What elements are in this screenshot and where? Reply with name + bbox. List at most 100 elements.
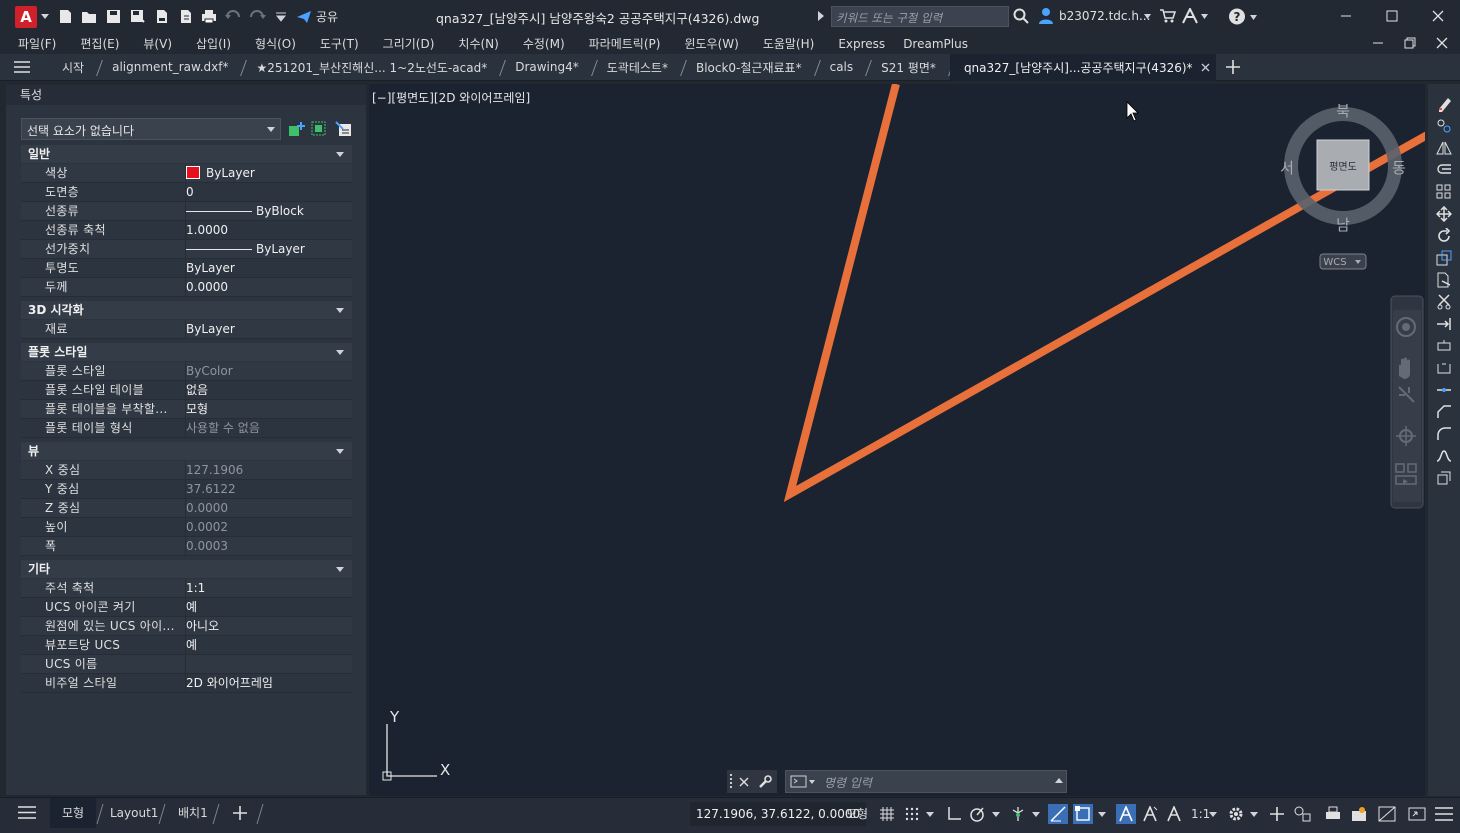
menu-window[interactable]: 윈도우(W) bbox=[684, 35, 738, 52]
print-icon[interactable] bbox=[200, 8, 218, 26]
tab-busan-jinhae[interactable]: ★251201_부산진해신... 1~2노선도-acad* bbox=[242, 54, 501, 81]
snap-caret-icon[interactable] bbox=[924, 804, 936, 824]
property-row[interactable]: 색상 ByLayer bbox=[21, 164, 352, 183]
tab-drawing4[interactable]: Drawing4* bbox=[501, 54, 593, 81]
autodesk-app-icon[interactable] bbox=[1182, 8, 1208, 24]
blend-curves-icon[interactable] bbox=[1434, 446, 1454, 465]
section-plot-style[interactable]: 플롯 스타일 bbox=[21, 343, 352, 361]
toggle-pickadd-icon[interactable] bbox=[288, 121, 306, 137]
cmd-history-caret-icon[interactable] bbox=[1055, 778, 1063, 783]
property-row[interactable]: 원점에 있는 UCS 아이... 아니오 bbox=[21, 617, 352, 636]
customize-qat-icon[interactable] bbox=[272, 8, 290, 26]
new-file-icon[interactable] bbox=[56, 8, 74, 26]
select-objects-icon[interactable] bbox=[311, 121, 327, 137]
doc-close-icon[interactable] bbox=[1436, 37, 1448, 49]
menu-format[interactable]: 형식(O) bbox=[255, 35, 296, 52]
close-window-icon[interactable] bbox=[1428, 6, 1448, 26]
chamfer-icon[interactable] bbox=[1434, 402, 1454, 421]
property-row[interactable]: UCS 아이콘 켜기 예 bbox=[21, 598, 352, 617]
fillet-icon[interactable] bbox=[1434, 424, 1454, 443]
viewcube-face-label[interactable]: 평면도 bbox=[1329, 161, 1357, 173]
property-row[interactable]: 플롯 스타일 ByColor bbox=[21, 362, 352, 381]
menu-edit[interactable]: 편집(E) bbox=[80, 35, 119, 52]
menu-view[interactable]: 뷰(V) bbox=[143, 35, 172, 52]
annotation-visibility-icon[interactable] bbox=[1116, 804, 1136, 824]
tab-alignment-raw[interactable]: alignment_raw.dxf* bbox=[98, 54, 242, 81]
menu-dimension[interactable]: 치수(N) bbox=[458, 35, 498, 52]
object-snap-tracking-icon[interactable] bbox=[1048, 804, 1068, 824]
property-row[interactable]: 선종류 ByBlock bbox=[21, 202, 352, 221]
property-row[interactable]: X 중심 127.1906 bbox=[21, 461, 352, 480]
open-folder-icon[interactable] bbox=[80, 8, 98, 26]
scale-icon[interactable] bbox=[1434, 248, 1454, 267]
stretch-icon[interactable] bbox=[1434, 270, 1454, 289]
polar-tracking-icon[interactable] bbox=[968, 804, 988, 824]
search-icon[interactable] bbox=[1013, 8, 1029, 24]
scale-caret-icon[interactable] bbox=[1207, 804, 1219, 824]
wcs-menu[interactable]: WCS bbox=[1323, 257, 1346, 268]
tab-cals[interactable]: cals bbox=[816, 54, 868, 81]
layout-menu-icon[interactable] bbox=[18, 806, 36, 819]
command-input[interactable]: 명령 입력 bbox=[785, 770, 1067, 793]
menu-express[interactable]: Express bbox=[838, 37, 885, 51]
annotation-monitor-icon[interactable] bbox=[1267, 804, 1287, 824]
property-row[interactable]: 두께 0.0000 bbox=[21, 278, 352, 297]
isodraft-icon[interactable] bbox=[1008, 804, 1028, 824]
trim-icon[interactable] bbox=[1434, 292, 1454, 311]
compass-east[interactable]: 동 bbox=[1392, 159, 1406, 177]
tab-block0[interactable]: Block0-철근재료표* bbox=[682, 54, 816, 81]
extend-icon[interactable] bbox=[1434, 314, 1454, 333]
grid-icon[interactable] bbox=[877, 804, 897, 824]
property-value[interactable]: ByLayer bbox=[185, 240, 352, 259]
property-row[interactable]: 폭 0.0003 bbox=[21, 537, 352, 556]
section-misc[interactable]: 기타 bbox=[21, 560, 352, 578]
menu-file[interactable]: 파일(F) bbox=[18, 35, 56, 52]
property-row[interactable]: UCS 이름 bbox=[21, 655, 352, 674]
property-value[interactable]: ByLayer bbox=[185, 164, 352, 183]
join-icon[interactable] bbox=[1434, 380, 1454, 399]
property-row[interactable]: 높이 0.0002 bbox=[21, 518, 352, 537]
explode-icon[interactable] bbox=[1434, 468, 1454, 487]
annotation-scale-icon[interactable] bbox=[1164, 804, 1184, 824]
viewcube[interactable]: 평면도 북 남 동 서 WCS bbox=[1280, 102, 1406, 270]
plot-status-icon[interactable] bbox=[1323, 804, 1343, 824]
property-value[interactable]: 127.1906 bbox=[185, 461, 352, 480]
redo-icon[interactable] bbox=[248, 8, 266, 26]
property-value[interactable]: 예 bbox=[185, 598, 352, 617]
user-account[interactable]: b23072.tdc.h... bbox=[1059, 9, 1150, 23]
ortho-icon[interactable] bbox=[944, 804, 964, 824]
property-row[interactable]: 플롯 테이블 형식 사용할 수 없음 bbox=[21, 419, 352, 438]
doc-restore-icon[interactable] bbox=[1404, 37, 1416, 49]
coordinates-readout[interactable]: 127.1906, 37.6122, 0.0000 bbox=[690, 802, 867, 826]
property-value[interactable]: 37.6122 bbox=[185, 480, 352, 499]
property-row[interactable]: Z 중심 0.0000 bbox=[21, 499, 352, 518]
polar-caret-icon[interactable] bbox=[990, 804, 1002, 824]
plot-file-icon[interactable] bbox=[152, 8, 170, 26]
units-icon[interactable] bbox=[1293, 804, 1313, 824]
property-row[interactable]: 투명도 ByLayer bbox=[21, 259, 352, 278]
model-space-button[interactable]: 모형 bbox=[846, 802, 868, 826]
tab-s21-plan[interactable]: S21 평면* bbox=[867, 54, 950, 81]
user-icon[interactable] bbox=[1038, 7, 1054, 24]
menu-dreamplus[interactable]: DreamPlus bbox=[903, 37, 968, 51]
tab-qna327-active[interactable]: qna327_[남양주시]...공공주택지구(4326)* bbox=[949, 53, 1216, 81]
property-value[interactable]: 0.0000 bbox=[185, 499, 352, 518]
property-row[interactable]: 선종류 축척 1.0000 bbox=[21, 221, 352, 240]
menu-draw[interactable]: 그리기(D) bbox=[383, 35, 435, 52]
menu-tools[interactable]: 도구(T) bbox=[320, 35, 359, 52]
cmd-prompt-icon[interactable] bbox=[790, 774, 816, 789]
property-value[interactable]: 예 bbox=[185, 636, 352, 655]
property-value[interactable]: 0.0003 bbox=[185, 537, 352, 556]
compass-north[interactable]: 북 bbox=[1336, 102, 1350, 120]
workspace-gear-icon[interactable] bbox=[1226, 804, 1246, 824]
menu-help[interactable]: 도움말(H) bbox=[763, 35, 815, 52]
maximize-window-icon[interactable] bbox=[1382, 6, 1402, 26]
save-icon[interactable] bbox=[104, 8, 122, 26]
property-value[interactable]: 1:1 bbox=[185, 579, 352, 598]
property-value[interactable]: 2D 와이어프레임 bbox=[185, 674, 352, 693]
hamburger-menu-icon[interactable] bbox=[0, 54, 44, 81]
search-expand-icon[interactable] bbox=[818, 11, 824, 21]
offset-icon[interactable] bbox=[1434, 160, 1454, 179]
app-logo-button[interactable]: A bbox=[15, 5, 37, 28]
property-value[interactable]: ByColor bbox=[185, 362, 352, 381]
